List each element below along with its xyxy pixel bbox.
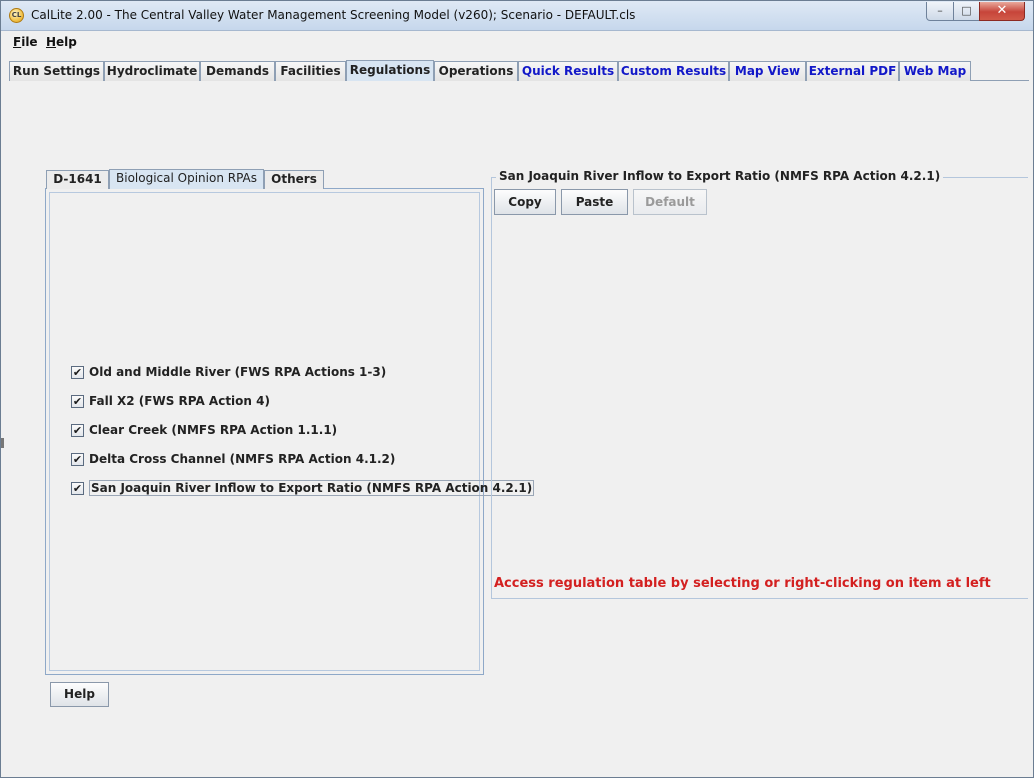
app-logo-icon: CL: [9, 8, 24, 23]
tab-regulations[interactable]: Regulations: [346, 60, 434, 81]
paste-button[interactable]: Paste: [561, 189, 628, 215]
checkbox-label: Clear Creek (NMFS RPA Action 1.1.1): [89, 423, 338, 437]
checkbox-label: Fall X2 (FWS RPA Action 4): [89, 394, 270, 408]
checkbox-row-san-joaquin-ratio[interactable]: ✔ San Joaquin River Inflow to Export Rat…: [71, 479, 535, 497]
checkbox[interactable]: ✔: [71, 365, 84, 379]
main-tab-bar: Run Settings Hydroclimate Demands Facili…: [9, 60, 1029, 81]
tab-external-pdf[interactable]: External PDF: [806, 61, 899, 81]
instruction-hint: Access regulation table by selecting or …: [494, 576, 991, 591]
copy-button[interactable]: Copy: [494, 189, 556, 215]
tab-run-settings[interactable]: Run Settings: [9, 61, 104, 81]
close-button[interactable]: ✕: [979, 2, 1025, 21]
menu-help-label: elp: [56, 35, 77, 49]
menu-bar: File Help: [1, 31, 1033, 53]
menu-file[interactable]: File: [13, 35, 38, 49]
resize-grip[interactable]: [1, 438, 4, 448]
help-button[interactable]: Help: [50, 682, 109, 707]
subtab-others[interactable]: Others: [264, 170, 324, 189]
maximize-button[interactable]: □: [953, 2, 980, 21]
checkbox[interactable]: ✔: [71, 423, 84, 437]
default-button: Default: [633, 189, 707, 215]
title-bar: CL CalLite 2.00 - The Central Valley Wat…: [1, 1, 1033, 31]
tab-custom-results[interactable]: Custom Results: [618, 61, 729, 81]
checkbox-label: Old and Middle River (FWS RPA Actions 1-…: [89, 365, 387, 379]
subtab-biological-opinion-rpas[interactable]: Biological Opinion RPAs: [109, 169, 264, 189]
checkbox[interactable]: ✔: [71, 452, 84, 466]
regulation-detail-title: San Joaquin River Inflow to Export Ratio…: [496, 169, 944, 183]
checkbox-label: Delta Cross Channel (NMFS RPA Action 4.1…: [89, 452, 396, 466]
menu-file-label: ile: [21, 35, 38, 49]
checkbox-row-old-middle-river[interactable]: ✔ Old and Middle River (FWS RPA Actions …: [71, 363, 386, 381]
menu-file-mnemonic: F: [13, 35, 22, 49]
checkbox[interactable]: ✔: [71, 481, 84, 495]
subtab-d1641[interactable]: D-1641: [46, 170, 109, 189]
checkbox-row-fall-x2[interactable]: ✔ Fall X2 (FWS RPA Action 4): [71, 392, 270, 410]
tab-web-map[interactable]: Web Map: [899, 61, 971, 81]
checkbox[interactable]: ✔: [71, 394, 84, 408]
tab-facilities[interactable]: Facilities: [275, 61, 346, 81]
tab-demands[interactable]: Demands: [200, 61, 275, 81]
checkbox-label: San Joaquin River Inflow to Export Ratio…: [89, 480, 535, 496]
menu-help[interactable]: Help: [46, 35, 77, 49]
checkbox-row-delta-cross-channel[interactable]: ✔ Delta Cross Channel (NMFS RPA Action 4…: [71, 450, 395, 468]
menu-help-mnemonic: H: [46, 35, 57, 49]
tab-map-view[interactable]: Map View: [729, 61, 806, 81]
regulation-detail-panel: [491, 177, 1028, 599]
minimize-button[interactable]: –: [926, 2, 954, 21]
tab-hydroclimate[interactable]: Hydroclimate: [104, 61, 200, 81]
tab-operations[interactable]: Operations: [434, 61, 518, 81]
checkbox-row-clear-creek[interactable]: ✔ Clear Creek (NMFS RPA Action 1.1.1): [71, 421, 337, 439]
tab-quick-results[interactable]: Quick Results: [518, 61, 618, 81]
app-window: CL CalLite 2.00 - The Central Valley Wat…: [0, 0, 1034, 778]
window-title: CalLite 2.00 - The Central Valley Water …: [31, 8, 636, 22]
